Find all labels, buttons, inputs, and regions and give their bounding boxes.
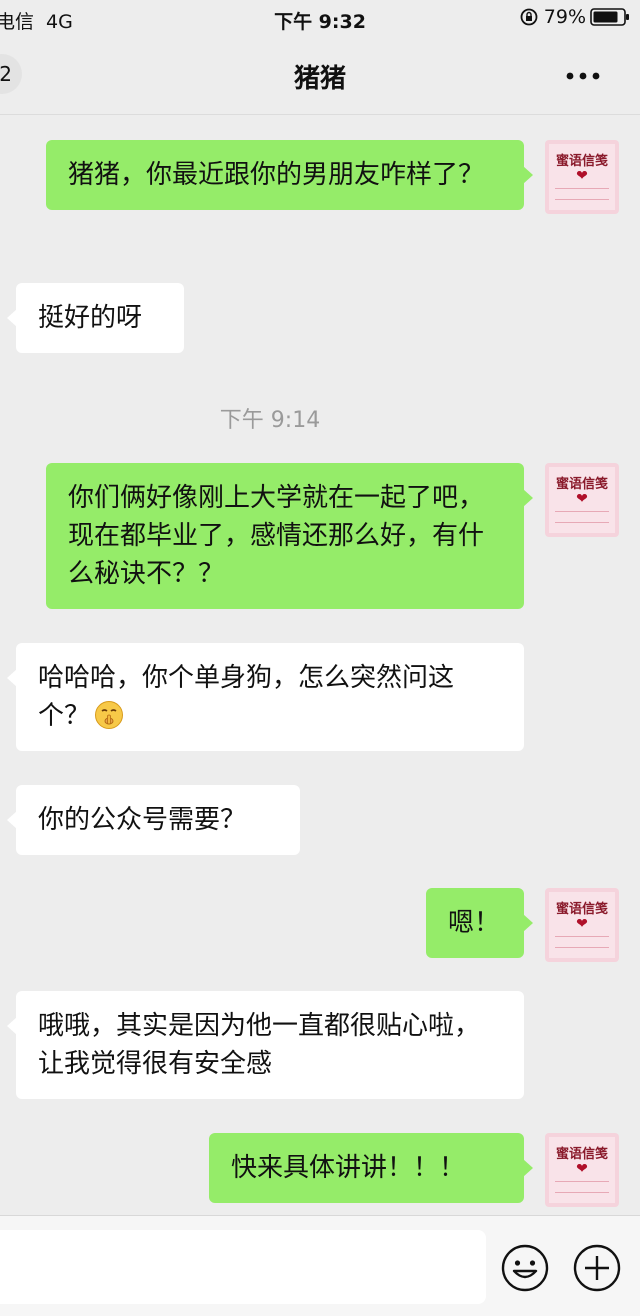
message-bubble-received[interactable]: 你的公众号需要？ bbox=[7, 785, 300, 855]
status-bar: 电信 4G 下午 9:32 79% bbox=[0, 0, 640, 38]
my-avatar[interactable]: 蜜语信笺 ❤ bbox=[545, 888, 619, 962]
message-bubble-sent[interactable]: 猪猪，你最近跟你的男朋友咋样了？ bbox=[46, 140, 533, 210]
plus-circle-icon[interactable] bbox=[572, 1243, 622, 1293]
chat-timestamp: 下午 9:14 bbox=[219, 408, 321, 433]
message-bubble-sent[interactable]: 嗯！ bbox=[426, 888, 533, 958]
heart-icon: ❤ bbox=[576, 916, 588, 932]
my-avatar[interactable]: 蜜语信笺 ❤ bbox=[545, 1133, 619, 1207]
heart-icon: ❤ bbox=[576, 168, 588, 184]
header-divider bbox=[0, 114, 640, 115]
shush-emoji-icon bbox=[95, 701, 124, 729]
emoji-smile-icon[interactable] bbox=[500, 1243, 550, 1293]
message-bubble-sent[interactable]: 快来具体讲讲！！！ bbox=[209, 1133, 533, 1203]
message-bubble-sent[interactable]: 你们俩好像刚上大学就在一起了吧，现在都毕业了，感情还那么好，有什么秘诀不？？ bbox=[46, 463, 533, 609]
avatar-text: 蜜语信笺 bbox=[555, 902, 608, 917]
avatar-text: 蜜语信笺 bbox=[555, 1147, 608, 1162]
chat-header: 2 猪猪 bbox=[0, 38, 640, 114]
status-right: 79% bbox=[520, 6, 630, 28]
message-bubble-received[interactable]: 挺好的呀 bbox=[7, 283, 184, 353]
avatar-text: 蜜语信笺 bbox=[555, 477, 608, 492]
my-avatar[interactable]: 蜜语信笺 ❤ bbox=[545, 140, 619, 214]
rotation-lock-icon bbox=[520, 8, 538, 26]
input-bar bbox=[0, 1215, 640, 1316]
message-input[interactable] bbox=[0, 1230, 486, 1304]
message-bubble-received[interactable]: 哦哦，其实是因为他一直都很贴心啦，让我觉得很有安全感 bbox=[7, 991, 524, 1099]
heart-icon: ❤ bbox=[576, 491, 588, 507]
avatar-text: 蜜语信笺 bbox=[555, 154, 608, 169]
battery-percent: 79% bbox=[543, 6, 586, 28]
battery-icon bbox=[590, 8, 629, 26]
chat-title: 猪猪 bbox=[293, 64, 346, 94]
heart-icon: ❤ bbox=[576, 1161, 588, 1177]
more-dots-icon[interactable] bbox=[566, 72, 600, 80]
my-avatar[interactable]: 蜜语信笺 ❤ bbox=[545, 463, 619, 537]
message-bubble-received[interactable]: 哈哈哈，你个单身狗，怎么突然问这个？ bbox=[7, 643, 524, 751]
